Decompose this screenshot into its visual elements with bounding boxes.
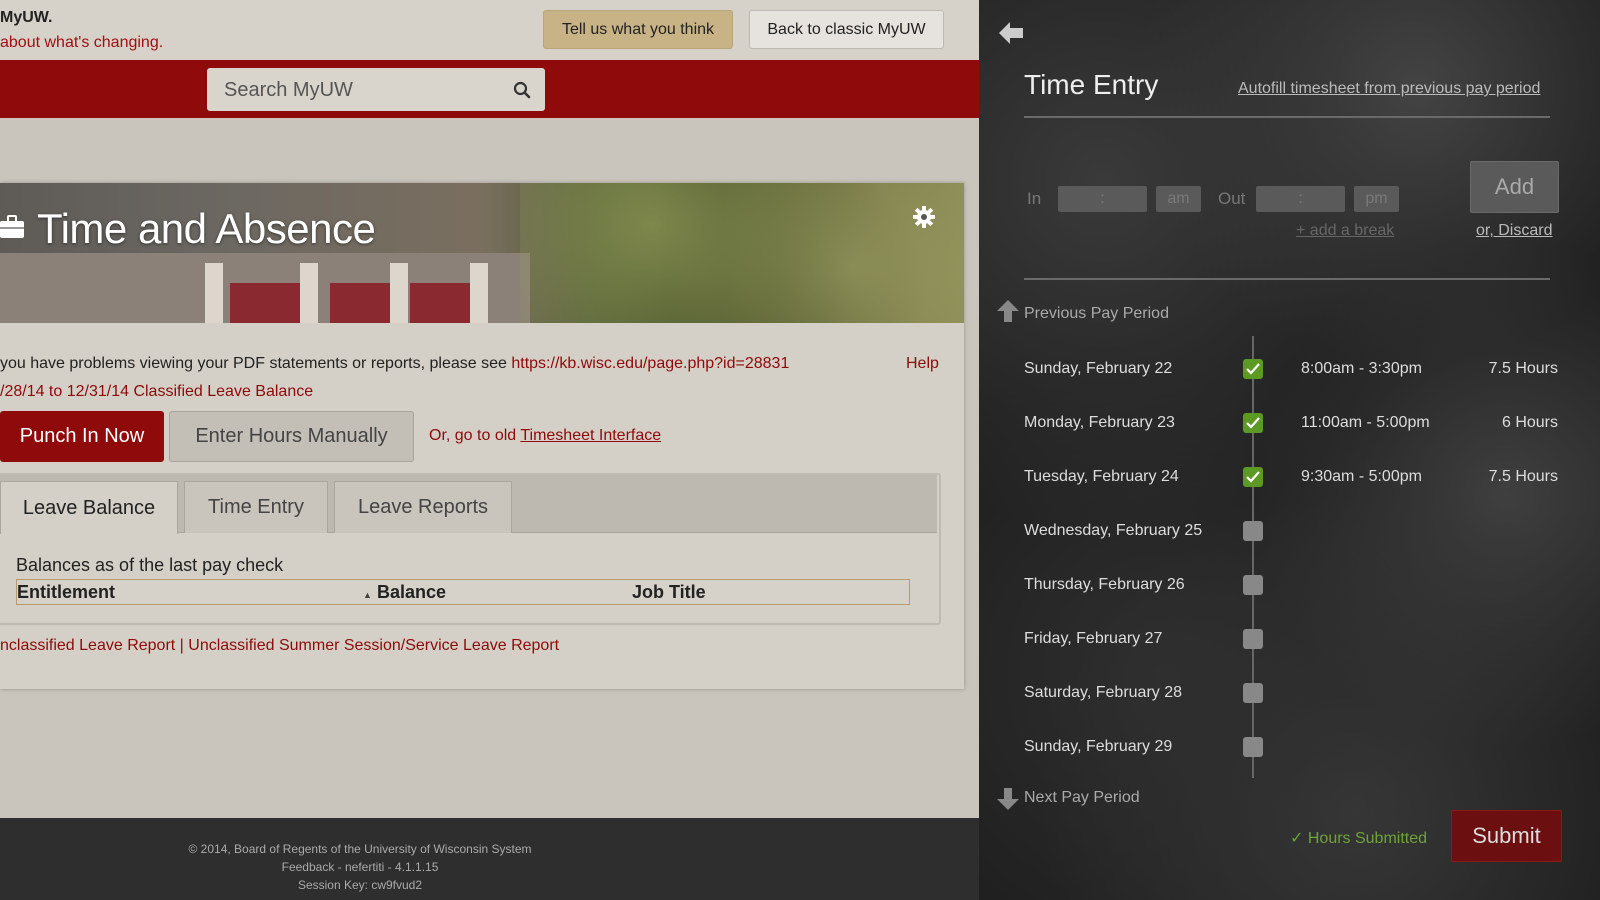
punch-in-button[interactable]: Punch In Now — [0, 411, 164, 462]
day-hours: 6 Hours — [1501, 414, 1558, 431]
pdf-note: you have problems viewing your PDF state… — [0, 355, 789, 373]
arrow-down-icon[interactable] — [997, 788, 1019, 810]
day-label[interactable]: Friday, February 27 — [1024, 630, 1162, 648]
autofill-link[interactable]: Autofill timesheet from previous pay per… — [1238, 80, 1540, 98]
search-input[interactable]: Search MyUW — [207, 68, 545, 111]
previous-pay-period-link[interactable]: Previous Pay Period — [1024, 305, 1169, 323]
check-icon — [1246, 363, 1260, 375]
check-icon: ✓ — [1290, 830, 1308, 847]
search-icon[interactable] — [513, 81, 531, 99]
footer-copyright: © 2014, Board of Regents of the Universi… — [188, 842, 532, 856]
day-checkbox[interactable] — [1243, 575, 1263, 595]
arrow-up-icon[interactable] — [997, 300, 1019, 322]
tabs-panel: Leave Balance Time Entry Leave Reports B… — [0, 473, 941, 625]
day-label[interactable]: Sunday, February 29 — [1024, 738, 1172, 756]
gear-icon[interactable] — [912, 205, 936, 229]
time-absence-card: Time and Absence you have problems viewi… — [0, 183, 964, 689]
day-times[interactable]: 8:00am - 3:30pm — [1301, 360, 1422, 378]
help-link[interactable]: Help — [906, 355, 939, 373]
day-checkbox[interactable] — [1243, 359, 1263, 379]
card-banner: Time and Absence — [0, 183, 964, 323]
in-time-input[interactable]: : — [1058, 186, 1147, 212]
column-job-title[interactable]: Job Title — [632, 582, 706, 603]
day-times[interactable]: 9:30am - 5:00pm — [1301, 468, 1422, 486]
day-label[interactable]: Wednesday, February 25 — [1024, 522, 1202, 540]
briefcase-icon — [0, 215, 24, 238]
discard-link[interactable]: or, Discard — [1476, 222, 1552, 240]
brand-text: MyUW. — [0, 9, 53, 26]
in-ampm-select[interactable]: am — [1156, 186, 1201, 212]
pdf-note-text: you have problems viewing your PDF state… — [0, 355, 512, 372]
footer-feedback[interactable]: Feedback - nefertiti - 4.1.1.15 — [0, 860, 720, 874]
day-label[interactable]: Sunday, February 22 — [1024, 360, 1172, 378]
submit-button[interactable]: Submit — [1451, 810, 1562, 862]
check-icon — [1246, 417, 1260, 429]
enter-hours-button[interactable]: Enter Hours Manually — [169, 411, 414, 462]
sort-ascending-icon[interactable]: ▲ — [363, 590, 372, 600]
search-placeholder: Search MyUW — [224, 79, 353, 101]
out-time-input[interactable]: : — [1256, 186, 1345, 212]
day-label[interactable]: Monday, February 23 — [1024, 414, 1175, 432]
column-balance[interactable]: Balance — [377, 582, 446, 603]
day-times[interactable]: 11:00am - 5:00pm — [1301, 414, 1430, 432]
next-pay-period-link[interactable]: Next Pay Period — [1024, 789, 1140, 807]
leave-report-links[interactable]: nclassified Leave Report | Unclassified … — [0, 637, 559, 655]
timesheet-interface-link[interactable]: Timesheet Interface — [520, 427, 661, 444]
add-button[interactable]: Add — [1470, 161, 1559, 213]
back-arrow-icon[interactable] — [999, 22, 1023, 44]
tab-leave-balance[interactable]: Leave Balance — [0, 481, 178, 534]
divider — [1024, 116, 1550, 118]
in-label: In — [1027, 189, 1042, 208]
timeline-line — [1252, 336, 1254, 778]
page-footer: © 2014, Board of Regents of the Universi… — [0, 818, 979, 900]
hours-submitted-label: Hours Submitted — [1307, 830, 1428, 847]
feedback-button[interactable]: Tell us what you think — [543, 10, 733, 49]
day-checkbox[interactable] — [1243, 467, 1263, 487]
pdf-help-link[interactable]: https://kb.wisc.edu/page.php?id=28831 — [511, 355, 789, 372]
day-hours: 7.5 Hours — [1488, 360, 1558, 377]
classic-myuw-button[interactable]: Back to classic MyUW — [749, 10, 944, 49]
time-entry-panel: Time Entry Autofill timesheet from previ… — [979, 0, 1600, 900]
tab-leave-reports[interactable]: Leave Reports — [334, 481, 512, 533]
day-checkbox[interactable] — [1243, 683, 1263, 703]
day-hours: 7.5 Hours — [1488, 468, 1558, 485]
day-label[interactable]: Thursday, February 26 — [1024, 576, 1185, 594]
hours-submitted-status: ✓ Hours Submitted — [1290, 828, 1427, 848]
panel-title: Time Entry — [1024, 69, 1159, 100]
old-interface-note: Or, go to old Timesheet Interface — [429, 427, 661, 445]
tab-time-entry[interactable]: Time Entry — [184, 481, 328, 533]
check-icon — [1246, 471, 1260, 483]
old-interface-prefix: Or, go to old — [429, 427, 521, 444]
day-checkbox[interactable] — [1243, 413, 1263, 433]
myuw-page: MyUW. about what's changing. Tell us wha… — [0, 0, 979, 900]
day-checkbox[interactable] — [1243, 629, 1263, 649]
out-ampm-select[interactable]: pm — [1354, 186, 1399, 212]
top-bar: MyUW. about what's changing. Tell us wha… — [0, 0, 979, 60]
footer-session: Session Key: cw9fvud2 — [297, 878, 423, 892]
day-checkbox[interactable] — [1243, 521, 1263, 541]
balance-note: Balances as of the last pay check — [16, 555, 284, 575]
add-break-link[interactable]: + add a break — [1296, 222, 1394, 240]
out-label: Out — [1218, 189, 1246, 208]
leave-balance-link[interactable]: /28/14 to 12/31/14 Classified Leave Bala… — [0, 383, 313, 401]
search-bar: Search MyUW — [0, 60, 979, 118]
day-label[interactable]: Saturday, February 28 — [1024, 684, 1182, 702]
day-checkbox[interactable] — [1243, 737, 1263, 757]
about-changes-link[interactable]: about what's changing. — [0, 34, 163, 52]
column-entitlement[interactable]: Entitlement — [17, 582, 115, 603]
balance-table-header: Entitlement ▲ Balance Job Title — [16, 579, 910, 605]
divider — [1024, 278, 1550, 280]
card-title: Time and Absence — [37, 205, 376, 252]
day-label[interactable]: Tuesday, February 24 — [1024, 468, 1179, 486]
tab-bar: Leave Balance Time Entry Leave Reports — [0, 475, 937, 534]
